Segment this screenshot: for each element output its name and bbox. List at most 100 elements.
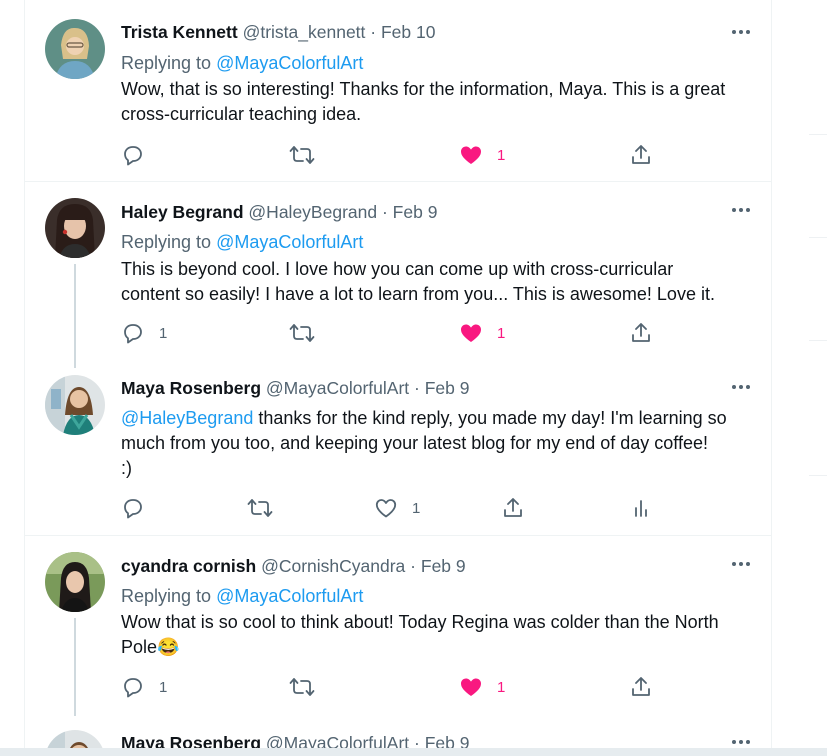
heart-filled-icon — [459, 143, 483, 167]
tweet[interactable]: Maya Rosenberg @MayaColorfulArt · Feb 9 … — [25, 360, 771, 535]
tweet-text: Wow that is so cool to think about! Toda… — [121, 610, 761, 660]
tweet-text-line: :) — [121, 458, 132, 478]
author-handle[interactable]: @HaleyBegrand — [248, 202, 377, 222]
divider — [809, 237, 827, 238]
retweet-button[interactable] — [289, 321, 315, 345]
reply-count: 1 — [159, 678, 168, 696]
analytics-icon — [629, 496, 653, 520]
more-options-icon[interactable] — [731, 22, 751, 42]
divider — [809, 134, 827, 135]
share-icon — [629, 143, 653, 167]
horizontal-scrollbar[interactable] — [0, 748, 827, 756]
analytics-button[interactable] — [629, 496, 653, 520]
like-count: 1 — [497, 146, 506, 164]
reply-button[interactable]: 1 — [121, 321, 167, 345]
author-name[interactable]: Haley Begrand — [121, 202, 244, 222]
separator-dot: · — [410, 556, 416, 576]
heart-filled-icon — [459, 675, 483, 699]
tweet-date[interactable]: Feb 10 — [381, 22, 435, 42]
share-button[interactable] — [629, 143, 653, 167]
reply-button[interactable]: 1 — [121, 675, 167, 699]
replying-to: Replying to @MayaColorfulArt — [121, 585, 363, 607]
tweet-text: This is beyond cool. I love how you can … — [121, 257, 761, 307]
replying-to-label: Replying to — [121, 232, 212, 252]
share-button[interactable] — [629, 321, 653, 345]
replying-to: Replying to @MayaColorfulArt — [121, 52, 363, 74]
like-count: 1 — [412, 499, 421, 517]
tweet-text-line: @HaleyBegrand thanks for the kind reply,… — [121, 406, 761, 431]
avatar[interactable] — [45, 198, 105, 258]
reply-mention-link[interactable]: @MayaColorfulArt — [216, 586, 363, 606]
action-bar: 1 — [121, 496, 721, 520]
retweet-icon — [289, 675, 315, 699]
action-bar: 1 1 — [121, 675, 721, 699]
separator-dot: · — [370, 22, 377, 42]
share-button[interactable] — [629, 675, 653, 699]
retweet-button[interactable] — [289, 143, 315, 167]
author-handle[interactable]: @CornishCyandra — [261, 556, 405, 576]
thread-connector — [74, 264, 76, 368]
author-name[interactable]: Trista Kennett — [121, 22, 238, 42]
like-count: 1 — [497, 678, 506, 696]
tweet-date[interactable]: Feb 9 — [421, 556, 466, 576]
right-sidebar-edge — [809, 0, 827, 748]
heart-filled-icon — [459, 321, 483, 345]
thread-connector — [74, 618, 76, 716]
retweet-button[interactable] — [247, 496, 273, 520]
tweet[interactable]: Trista Kennett @trista_kennett · Feb 10 … — [25, 0, 771, 181]
like-count: 1 — [497, 324, 506, 342]
author-name[interactable]: cyandra cornish — [121, 556, 256, 576]
retweet-icon — [289, 143, 315, 167]
tweet-text-line: Pole😂 — [121, 637, 180, 657]
retweet-icon — [289, 321, 315, 345]
tweet[interactable]: cyandra cornish @CornishCyandra · Feb 9 … — [25, 536, 771, 716]
replying-to-label: Replying to — [121, 53, 212, 73]
replying-to-label: Replying to — [121, 586, 212, 606]
tweet-date[interactable]: Feb 9 — [425, 378, 470, 398]
reply-count: 1 — [159, 324, 168, 342]
avatar[interactable] — [45, 552, 105, 612]
retweet-button[interactable] — [289, 675, 315, 699]
share-button[interactable] — [501, 496, 525, 520]
tweet-text-line: content so easily! I have a lot to learn… — [121, 284, 715, 304]
tweet-text: @HaleyBegrand thanks for the kind reply,… — [121, 406, 761, 481]
avatar[interactable] — [45, 375, 105, 435]
replying-to: Replying to @MayaColorfulArt — [121, 231, 363, 253]
reply-button[interactable] — [121, 496, 145, 520]
like-button[interactable]: 1 — [459, 675, 505, 699]
tweet-text-line: much from you too, and keeping your late… — [121, 433, 709, 453]
conversation-feed: Trista Kennett @trista_kennett · Feb 10 … — [24, 0, 772, 756]
text-mention-link[interactable]: @HaleyBegrand — [121, 408, 253, 428]
like-button[interactable]: 1 — [374, 496, 420, 520]
retweet-icon — [247, 496, 273, 520]
reply-icon — [121, 496, 145, 520]
separator-dot: · — [381, 202, 388, 222]
author-handle[interactable]: @trista_kennett — [243, 22, 366, 42]
share-icon — [629, 321, 653, 345]
reply-mention-link[interactable]: @MayaColorfulArt — [216, 53, 363, 73]
separator-dot: · — [414, 378, 420, 398]
author-handle[interactable]: @MayaColorfulArt — [266, 378, 409, 398]
tweet-date[interactable]: Feb 9 — [393, 202, 438, 222]
tweet[interactable]: Haley Begrand @HaleyBegrand · Feb 9 Repl… — [25, 182, 771, 368]
tweet-text-segment: thanks for the kind reply, you made my d… — [253, 408, 727, 428]
reply-button[interactable] — [121, 143, 145, 167]
tweet-text-line: Wow, that is so interesting! Thanks for … — [121, 79, 726, 99]
reply-icon — [121, 675, 145, 699]
avatar[interactable] — [45, 19, 105, 79]
more-options-icon[interactable] — [731, 377, 751, 397]
share-icon — [501, 496, 525, 520]
more-options-icon[interactable] — [731, 200, 751, 220]
share-icon — [629, 675, 653, 699]
action-bar: 1 1 — [121, 321, 721, 345]
tweet-text-line: cross-curricular teaching idea. — [121, 104, 362, 124]
more-options-icon[interactable] — [731, 554, 751, 574]
divider — [809, 475, 827, 476]
author-name[interactable]: Maya Rosenberg — [121, 378, 261, 398]
reply-mention-link[interactable]: @MayaColorfulArt — [216, 232, 363, 252]
tweet-text: Wow, that is so interesting! Thanks for … — [121, 77, 761, 127]
like-button[interactable]: 1 — [459, 321, 505, 345]
like-button[interactable]: 1 — [459, 143, 505, 167]
reply-icon — [121, 143, 145, 167]
tweet-text-line: This is beyond cool. I love how you can … — [121, 259, 674, 279]
